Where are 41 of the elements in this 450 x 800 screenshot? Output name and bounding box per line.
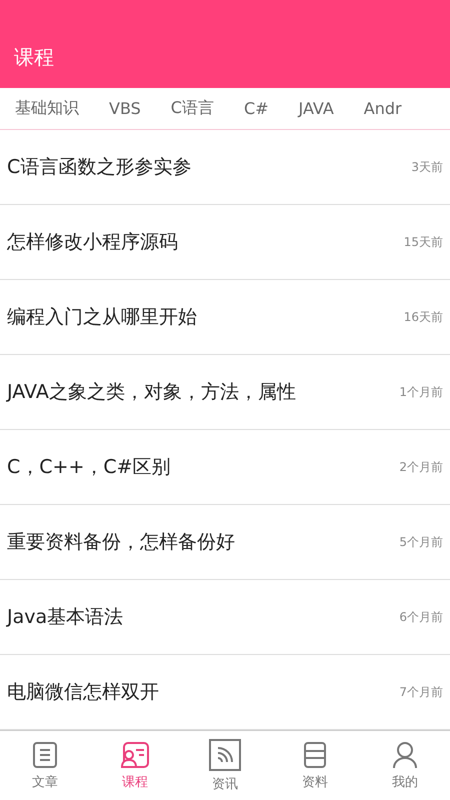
article-row[interactable]: JAVA之象之类，对象，方法，属性 1个月前 — [0, 355, 450, 430]
category-tab[interactable]: C语言 — [162, 98, 223, 119]
nav-item[interactable]: 课程 — [90, 731, 180, 800]
article-title: C语言函数之形参实参 — [7, 155, 192, 180]
stack-icon — [301, 740, 329, 769]
article-title: 怎样修改小程序源码 — [7, 230, 178, 256]
article-title: 重要资料备份，怎样备份好 — [7, 530, 235, 556]
article-time: 3天前 — [411, 158, 443, 176]
article-row[interactable]: 怎样修改小程序源码 15天前 — [0, 205, 450, 280]
person-card-icon — [120, 740, 150, 769]
category-tab[interactable]: C# — [234, 98, 278, 118]
article-time: 6个月前 — [399, 608, 443, 626]
article-title: JAVA之象之类，对象，方法，属性 — [7, 380, 296, 406]
article-row[interactable]: 重要资料备份，怎样备份好 5个月前 — [0, 505, 450, 580]
article-time: 7个月前 — [399, 684, 443, 701]
article-row[interactable]: 电脑微信怎样双开 7个月前 — [0, 655, 450, 730]
article-time: 1个月前 — [399, 384, 443, 401]
article-title: C，C++，C#区别 — [7, 455, 171, 480]
page-title: 课程 — [14, 44, 54, 71]
category-tab[interactable]: Andr — [354, 98, 411, 118]
article-row[interactable]: Java基本语法 6个月前 — [0, 580, 450, 656]
user-icon — [392, 740, 418, 769]
nav-item[interactable]: 我的 — [360, 731, 450, 800]
article-time: 15天前 — [404, 234, 443, 251]
rss-icon — [209, 738, 241, 771]
document-icon — [32, 740, 58, 769]
article-time: 5个月前 — [399, 534, 443, 551]
article-time: 2个月前 — [399, 458, 443, 476]
article-title: Java基本语法 — [7, 605, 124, 630]
nav-item[interactable]: 资讯 — [180, 731, 270, 800]
article-title: 电脑微信怎样双开 — [7, 680, 159, 706]
category-tab[interactable]: VBS — [100, 98, 150, 118]
article-row[interactable]: 编程入门之从哪里开始 16天前 — [0, 280, 450, 356]
category-tab[interactable]: 基础知识 — [6, 98, 88, 119]
article-row[interactable]: C，C++，C#区别 2个月前 — [0, 430, 450, 506]
article-row[interactable]: C语言函数之形参实参 3天前 — [0, 130, 450, 206]
article-time: 16天前 — [404, 308, 443, 326]
category-tab[interactable]: JAVA — [290, 98, 343, 118]
article-title: 编程入门之从哪里开始 — [7, 305, 197, 330]
nav-item[interactable]: 资料 — [270, 731, 360, 800]
nav-item[interactable]: 文章 — [0, 731, 90, 800]
